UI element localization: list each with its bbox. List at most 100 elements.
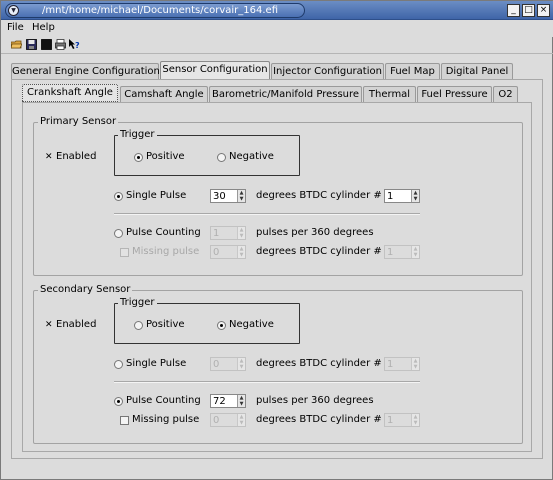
single-pulse-radio[interactable] <box>114 360 123 369</box>
stop-icon[interactable] <box>41 39 52 50</box>
pulse-counting-spinner[interactable]: 1 ▲ ▼ <box>210 226 246 240</box>
single-pulse-label: Single Pulse <box>126 358 187 369</box>
group-title: Secondary Sensor <box>38 284 133 295</box>
arrow-down-icon[interactable]: ▼ <box>238 252 245 258</box>
spinner-arrows[interactable]: ▲ ▼ <box>237 414 245 426</box>
minimize-icon[interactable]: _ <box>507 4 520 17</box>
missing-degrees-label: degrees BTDC cylinder # <box>256 414 382 425</box>
tab-fuel-map[interactable]: Fuel Map <box>385 63 440 79</box>
arrow-down-icon[interactable]: ▼ <box>238 233 245 239</box>
tab-thermal[interactable]: Thermal <box>363 86 416 102</box>
arrow-down-icon[interactable]: ▼ <box>412 420 419 426</box>
spinner-arrows[interactable]: ▲ ▼ <box>411 358 419 370</box>
window-title: /mnt/home/michael/Documents/corvair_164.… <box>42 5 279 16</box>
enabled-label: Enabled <box>56 319 97 330</box>
tab-camshaft-angle[interactable]: Camshaft Angle <box>120 86 208 102</box>
cylinder-spinner[interactable]: 1 ▲ ▼ <box>384 189 420 203</box>
enabled-checkbox[interactable]: ✕ <box>45 321 53 330</box>
spinner-arrows[interactable]: ▲ ▼ <box>237 358 245 370</box>
save-icon[interactable] <box>26 39 37 50</box>
separator <box>114 213 420 215</box>
tab-injector-configuration[interactable]: Injector Configuration <box>271 63 384 79</box>
tab-sensor-configuration[interactable]: Sensor Configuration <box>160 61 270 79</box>
arrow-down-icon[interactable]: ▼ <box>412 252 419 258</box>
arrow-down-icon[interactable]: ▼ <box>412 364 419 370</box>
menu-bar: File Help <box>1 20 553 37</box>
pulse-counting-radio[interactable] <box>114 397 123 406</box>
help-pointer-icon[interactable]: ? <box>69 39 80 50</box>
crankshaft-angle-panel: Primary Sensor ✕ Enabled Trigger Positiv… <box>22 102 532 452</box>
missing-cylinder-spinner[interactable]: 1 ▲ ▼ <box>384 245 420 259</box>
window-menu-icon[interactable]: ▼ <box>8 5 19 16</box>
tab-general-engine-configuration[interactable]: General Engine Configuration <box>11 63 160 79</box>
spinner-arrows[interactable]: ▲ ▼ <box>237 395 245 407</box>
trigger-negative-radio[interactable] <box>217 153 226 162</box>
spinner-arrows[interactable]: ▲ ▼ <box>237 190 245 202</box>
spinner-value: 1 <box>213 228 220 239</box>
open-folder-icon[interactable] <box>11 39 22 50</box>
enabled-label: Enabled <box>56 151 97 162</box>
tab-barometric-manifold-pressure[interactable]: Barometric/Manifold Pressure <box>209 86 362 102</box>
title-pill: ▼ /mnt/home/michael/Documents/corvair_16… <box>5 3 305 18</box>
sub-tab-bar: Crankshaft Angle Camshaft Angle Barometr… <box>22 84 522 103</box>
spinner-value: 0 <box>213 359 220 370</box>
arrow-down-icon[interactable]: ▼ <box>238 196 245 202</box>
menu-help[interactable]: Help <box>32 22 55 33</box>
title-bar[interactable]: ▼ /mnt/home/michael/Documents/corvair_16… <box>1 1 553 20</box>
missing-pulse-checkbox[interactable] <box>120 416 129 425</box>
tab-fuel-pressure[interactable]: Fuel Pressure <box>417 86 492 102</box>
single-pulse-spinner[interactable]: 0 ▲ ▼ <box>210 357 246 371</box>
positive-label: Positive <box>146 319 185 330</box>
arrow-down-icon[interactable]: ▼ <box>412 196 419 202</box>
spinner-arrows[interactable]: ▲ ▼ <box>411 190 419 202</box>
spinner-arrows[interactable]: ▲ ▼ <box>411 246 419 258</box>
single-pulse-radio[interactable] <box>114 192 123 201</box>
missing-pulse-label: Missing pulse <box>132 414 200 425</box>
arrow-down-icon[interactable]: ▼ <box>238 364 245 370</box>
pulses-per-label: pulses per 360 degrees <box>256 227 374 238</box>
separator <box>114 381 420 383</box>
trigger-negative-radio[interactable] <box>217 321 226 330</box>
spinner-value: 1 <box>387 247 394 258</box>
enabled-checkbox[interactable]: ✕ <box>45 153 53 162</box>
single-pulse-spinner[interactable]: 30 ▲ ▼ <box>210 189 246 203</box>
svg-text:?: ? <box>75 41 80 50</box>
trigger-group: Trigger Positive Negative <box>114 297 300 344</box>
trigger-positive-radio[interactable] <box>134 321 143 330</box>
missing-pulse-label: Missing pulse <box>132 246 200 257</box>
missing-pulse-spinner[interactable]: 0 ▲ ▼ <box>210 245 246 259</box>
maximize-icon[interactable]: □ <box>522 4 535 17</box>
close-icon[interactable]: × <box>537 4 550 17</box>
tab-crankshaft-angle[interactable]: Crankshaft Angle <box>22 84 118 102</box>
pulse-counting-spinner[interactable]: 72 ▲ ▼ <box>210 394 246 408</box>
spinner-value: 0 <box>213 247 220 258</box>
missing-pulse-spinner[interactable]: 0 ▲ ▼ <box>210 413 246 427</box>
primary-sensor-group: Primary Sensor ✕ Enabled Trigger Positiv… <box>33 116 523 276</box>
main-tab-bar: General Engine Configuration Sensor Conf… <box>1 61 553 80</box>
pulses-per-label: pulses per 360 degrees <box>256 395 374 406</box>
spinner-arrows[interactable]: ▲ ▼ <box>237 246 245 258</box>
spinner-arrows[interactable]: ▲ ▼ <box>411 414 419 426</box>
cylinder-spinner[interactable]: 1 ▲ ▼ <box>384 357 420 371</box>
spinner-arrows[interactable]: ▲ ▼ <box>237 227 245 239</box>
missing-cylinder-spinner[interactable]: 1 ▲ ▼ <box>384 413 420 427</box>
trigger-positive-radio[interactable] <box>134 153 143 162</box>
tab-digital-panel[interactable]: Digital Panel <box>441 63 513 79</box>
missing-degrees-label: degrees BTDC cylinder # <box>256 246 382 257</box>
print-icon[interactable] <box>55 39 66 50</box>
negative-label: Negative <box>229 319 274 330</box>
arrow-down-icon[interactable]: ▼ <box>238 420 245 426</box>
degrees-btdc-label: degrees BTDC cylinder # <box>256 358 382 369</box>
trigger-title: Trigger <box>118 297 157 308</box>
pulse-counting-label: Pulse Counting <box>126 227 201 238</box>
spinner-value: 1 <box>387 415 394 426</box>
menu-file[interactable]: File <box>7 22 24 33</box>
arrow-down-icon[interactable]: ▼ <box>238 401 245 407</box>
app-window: ▼ /mnt/home/michael/Documents/corvair_16… <box>0 0 553 480</box>
degrees-btdc-label: degrees BTDC cylinder # <box>256 190 382 201</box>
pulse-counting-radio[interactable] <box>114 229 123 238</box>
tab-o2[interactable]: O2 <box>493 86 518 102</box>
positive-label: Positive <box>146 151 185 162</box>
missing-pulse-checkbox[interactable] <box>120 248 129 257</box>
secondary-sensor-group: Secondary Sensor ✕ Enabled Trigger Posit… <box>33 284 523 444</box>
